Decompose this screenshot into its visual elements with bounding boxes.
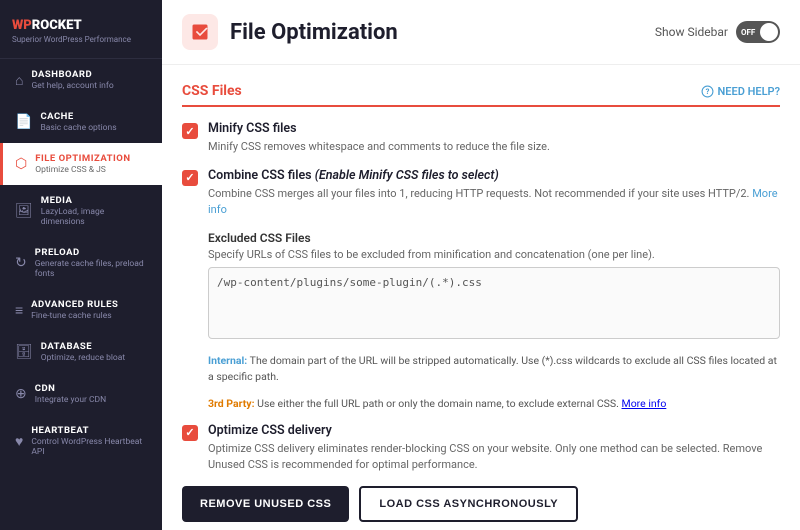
nav-icon-advanced-rules: ≡ [15, 302, 23, 319]
need-help-link[interactable]: ? NEED HELP? [701, 85, 781, 98]
nav-sub-cache: Basic cache options [40, 123, 150, 133]
nav-sub-cdn: Integrate your CDN [35, 395, 150, 405]
nav-icon-dashboard: ⌂ [15, 72, 23, 89]
logo-wp: WP [12, 18, 32, 33]
svg-text:?: ? [705, 87, 709, 96]
3rdparty-more-info[interactable]: More info [622, 397, 667, 410]
logo-rocket: ROCKET [32, 18, 82, 33]
sidebar: WPROCKET Superior WordPress Performance … [0, 0, 162, 530]
sidebar-logo: WPROCKET Superior WordPress Performance [0, 0, 162, 59]
toggle-switch[interactable]: OFF [736, 21, 780, 43]
nav-label-dashboard: DASHBOARD [31, 69, 150, 80]
optimize-css-desc: Optimize CSS delivery eliminates render-… [208, 441, 780, 474]
nav-label-heartbeat: HEARTBEAT [31, 425, 150, 436]
logo-sub: Superior WordPress Performance [12, 35, 150, 44]
nav-icon-media: 🖼 [15, 203, 33, 219]
nav-sub-dashboard: Get help, account info [31, 81, 150, 91]
nav-icon-heartbeat: ♥ [15, 433, 23, 450]
nav-sub-preload: Generate cache files, preload fonts [35, 259, 150, 279]
minify-css-content: Minify CSS files Minify CSS removes whit… [208, 121, 550, 156]
combine-css-checkbox[interactable]: ✓ [182, 170, 198, 186]
combine-css-title: Combine CSS files (Enable Minify CSS fil… [208, 168, 780, 183]
file-optimization-icon [182, 14, 218, 50]
css-section-header: CSS Files ? NEED HELP? [182, 83, 780, 107]
internal-label: Internal: [208, 354, 247, 367]
nav-label-preload: PRELOAD [35, 247, 150, 258]
3rdparty-text: Use either the full URL path or only the… [255, 397, 619, 410]
nav-label-file-optimization: FILE OPTIMIZATION [35, 153, 150, 164]
excluded-label: Excluded CSS Files [208, 231, 780, 245]
page-content: CSS Files ? NEED HELP? ✓ Minify CSS file… [162, 65, 800, 530]
sidebar-item-cdn[interactable]: ⊕ CDN Integrate your CDN [0, 373, 162, 415]
css-section-title: CSS Files [182, 83, 242, 99]
minify-css-row: ✓ Minify CSS files Minify CSS removes wh… [182, 121, 780, 156]
nav-sub-file-optimization: Optimize CSS & JS [35, 165, 150, 175]
combine-css-content: Combine CSS files (Enable Minify CSS fil… [208, 168, 780, 219]
footer-buttons: REMOVE UNUSED CSS LOAD CSS ASYNCHRONOUSL… [182, 486, 780, 522]
page-title: File Optimization [230, 20, 655, 45]
sidebar-item-dashboard[interactable]: ⌂ DASHBOARD Get help, account info [0, 59, 162, 101]
optimize-css-row: ✓ Optimize CSS delivery Optimize CSS del… [182, 423, 780, 474]
sidebar-item-database[interactable]: 🗄 DATABASE Optimize, reduce bloat [0, 331, 162, 373]
nav-label-database: DATABASE [41, 341, 150, 352]
page-header: File Optimization Show Sidebar OFF [162, 0, 800, 65]
3rdparty-label: 3rd Party: [208, 397, 255, 410]
optimize-css-content: Optimize CSS delivery Optimize CSS deliv… [208, 423, 780, 474]
nav-sub-database: Optimize, reduce bloat [41, 353, 150, 363]
nav-icon-cdn: ⊕ [15, 386, 27, 402]
sidebar-item-preload[interactable]: ↻ PRELOAD Generate cache files, preload … [0, 237, 162, 289]
nav-icon-preload: ↻ [15, 255, 27, 271]
sidebar-item-cache[interactable]: 📄 CACHE Basic cache options [0, 101, 162, 143]
toggle-state: OFF [741, 28, 755, 37]
nav-icon-cache: 📄 [15, 114, 32, 130]
minify-css-desc: Minify CSS removes whitespace and commen… [208, 139, 550, 156]
toggle-knob [760, 23, 778, 41]
nav-sub-heartbeat: Control WordPress Heartbeat API [31, 437, 150, 457]
minify-css-checkbox[interactable]: ✓ [182, 123, 198, 139]
nav-label-cdn: CDN [35, 383, 150, 394]
combine-css-row: ✓ Combine CSS files (Enable Minify CSS f… [182, 168, 780, 219]
need-help-label: NEED HELP? [718, 85, 781, 98]
info-internal: Internal: The domain part of the URL wil… [208, 353, 780, 387]
sidebar-item-media[interactable]: 🖼 MEDIA LazyLoad, image dimensions [0, 185, 162, 237]
sidebar-item-file-optimization[interactable]: ⬡ FILE OPTIMIZATION Optimize CSS & JS [0, 143, 162, 185]
optimize-css-checkbox[interactable]: ✓ [182, 425, 198, 441]
main-content: File Optimization Show Sidebar OFF CSS F… [162, 0, 800, 530]
excluded-textarea[interactable]: /wp-content/plugins/some-plugin/(.*).css [208, 267, 780, 339]
sidebar-navigation: ⌂ DASHBOARD Get help, account info 📄 CAC… [0, 59, 162, 530]
nav-sub-media: LazyLoad, image dimensions [41, 207, 150, 227]
sidebar-toggle-label: Show Sidebar [655, 25, 728, 39]
remove-unused-css-button[interactable]: REMOVE UNUSED CSS [182, 486, 349, 522]
nav-icon-database: 🗄 [15, 344, 33, 360]
nav-label-cache: CACHE [40, 111, 150, 122]
load-css-async-button[interactable]: LOAD CSS ASYNCHRONOUSLY [359, 486, 578, 522]
nav-label-advanced-rules: ADVANCED RULES [31, 299, 150, 310]
nav-label-media: MEDIA [41, 195, 150, 206]
sidebar-item-advanced-rules[interactable]: ≡ ADVANCED RULES Fine-tune cache rules [0, 289, 162, 331]
internal-text: The domain part of the URL will be strip… [208, 354, 777, 384]
optimize-css-title: Optimize CSS delivery [208, 423, 780, 438]
combine-css-desc: Combine CSS merges all your files into 1… [208, 186, 780, 219]
nav-sub-advanced-rules: Fine-tune cache rules [31, 311, 150, 321]
nav-icon-file-optimization: ⬡ [15, 156, 27, 172]
minify-css-title: Minify CSS files [208, 121, 550, 136]
sidebar-toggle[interactable]: Show Sidebar OFF [655, 21, 780, 43]
excluded-css-section: Excluded CSS Files Specify URLs of CSS f… [208, 231, 780, 343]
excluded-sub: Specify URLs of CSS files to be excluded… [208, 248, 780, 261]
info-3rdparty: 3rd Party: Use either the full URL path … [208, 396, 780, 413]
sidebar-item-heartbeat[interactable]: ♥ HEARTBEAT Control WordPress Heartbeat … [0, 415, 162, 467]
